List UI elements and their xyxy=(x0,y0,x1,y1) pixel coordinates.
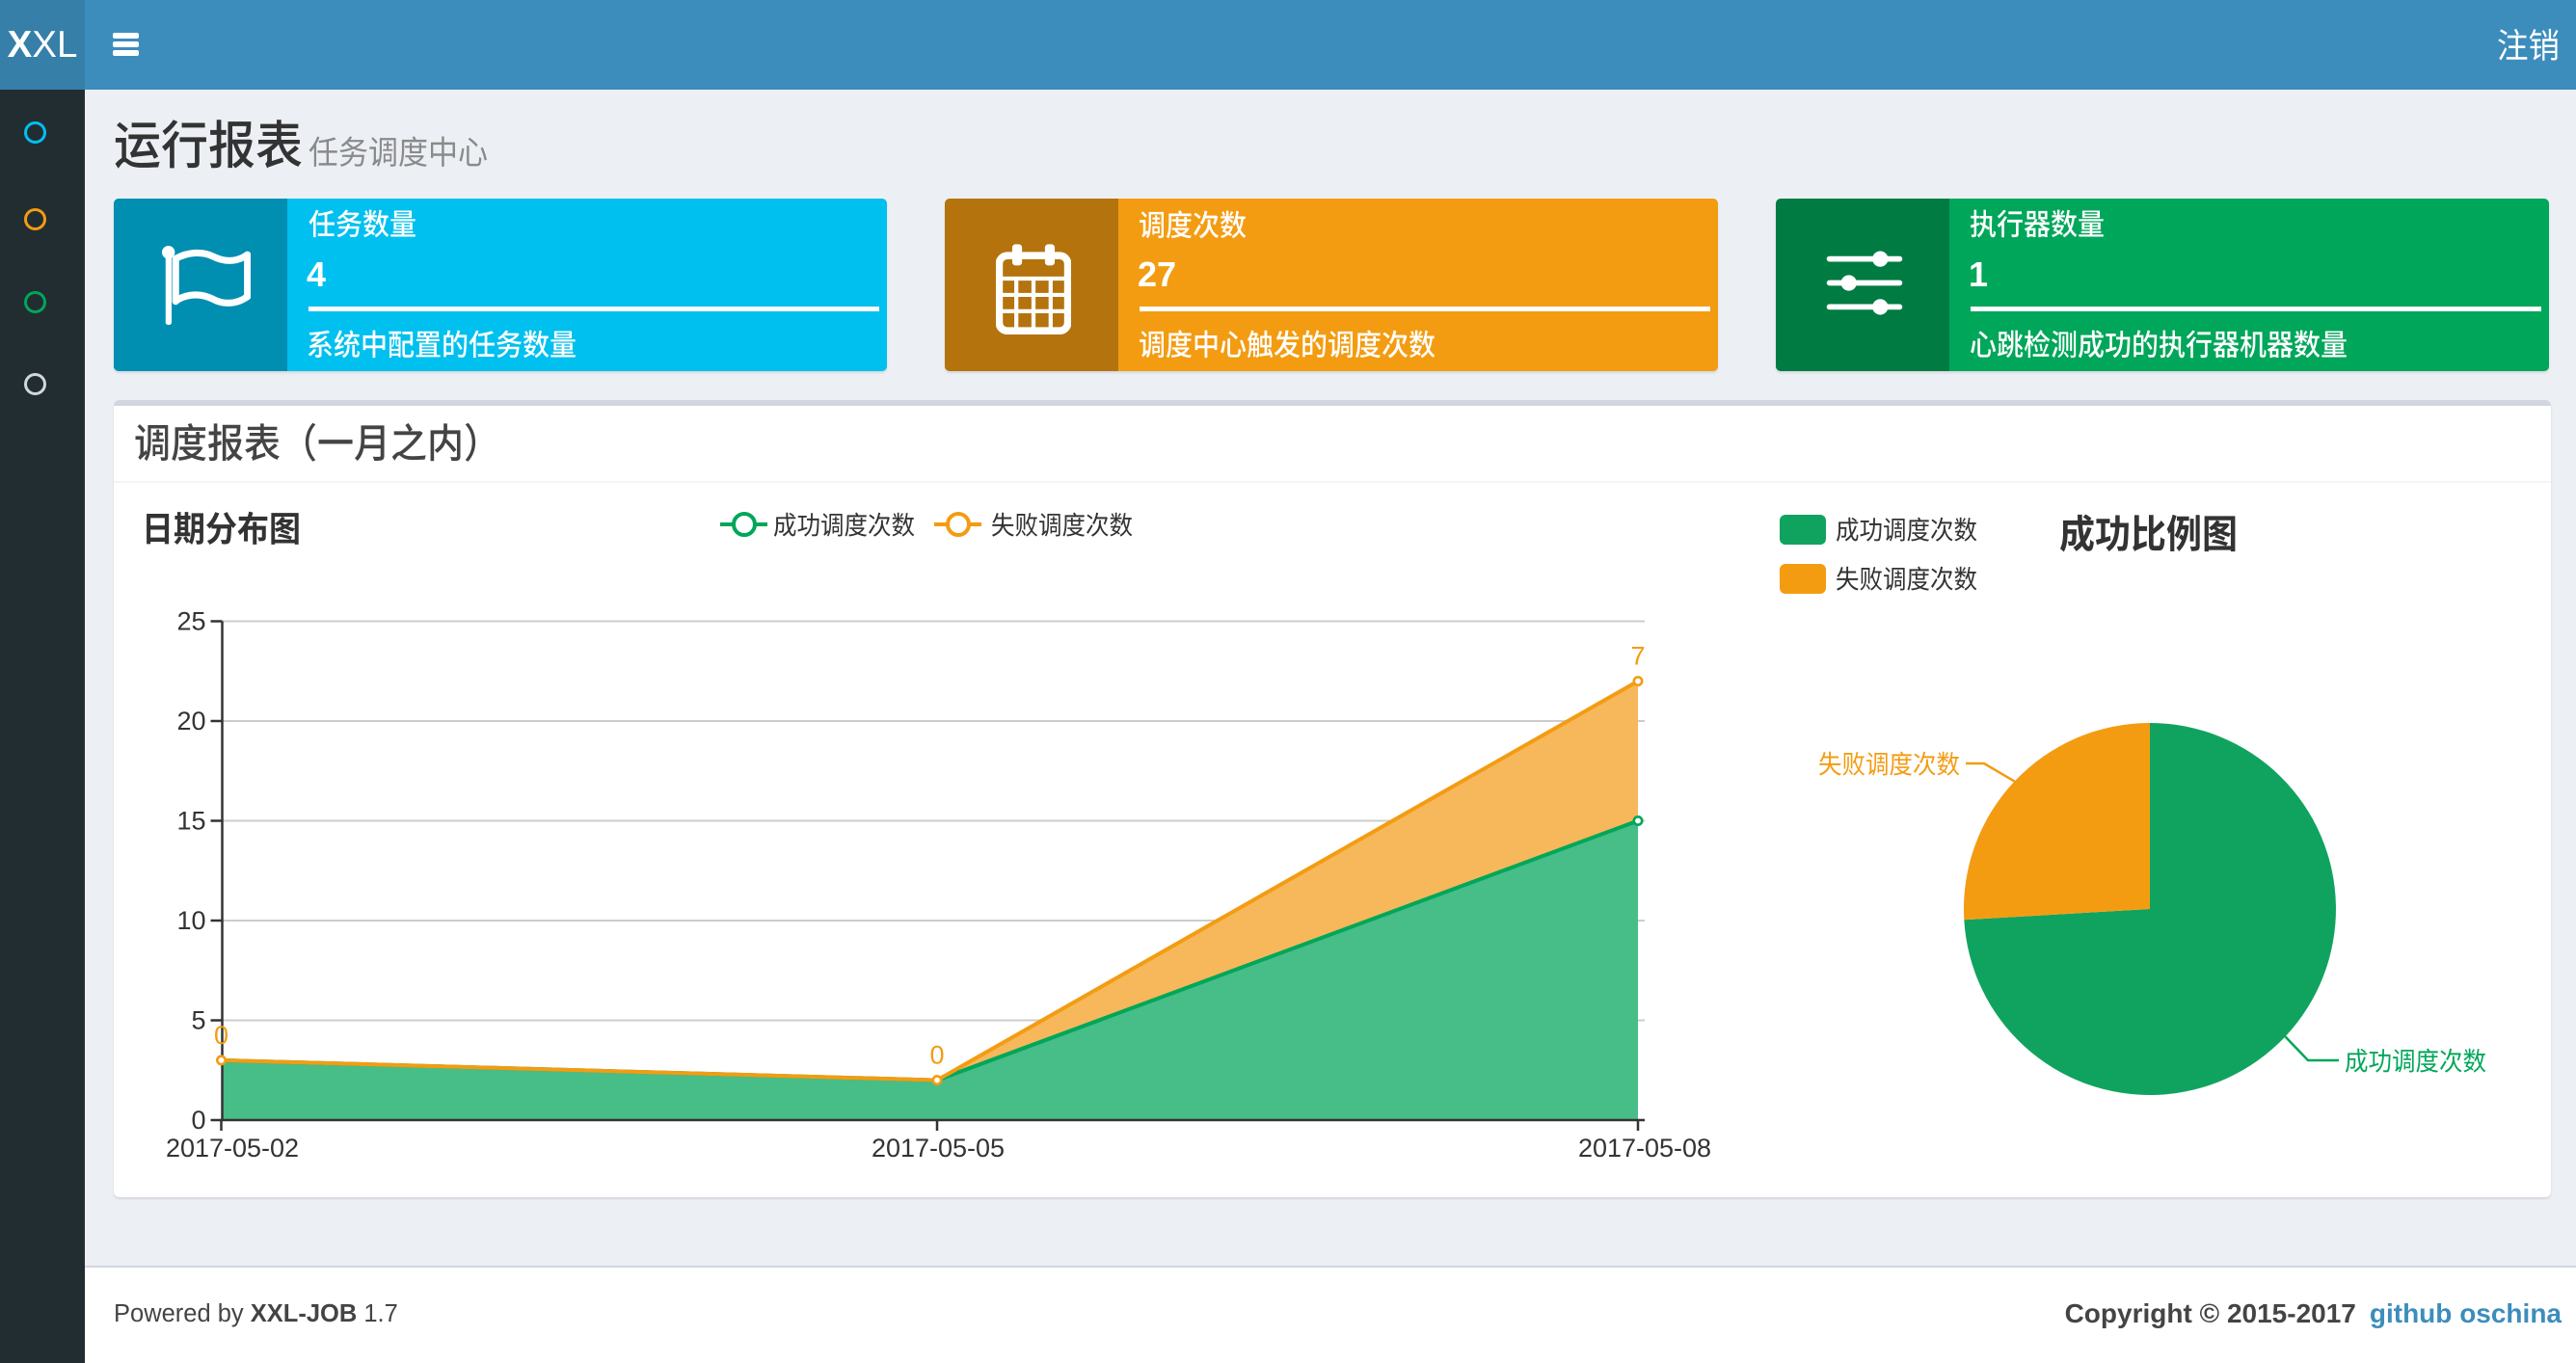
svg-text:10: 10 xyxy=(176,906,205,935)
svg-text:15: 15 xyxy=(176,807,205,836)
svg-text:20: 20 xyxy=(176,707,205,735)
svg-text:0: 0 xyxy=(214,1021,228,1050)
svg-text:0: 0 xyxy=(929,1041,944,1070)
svg-text:2017-05-02: 2017-05-02 xyxy=(166,1134,299,1163)
svg-text:7: 7 xyxy=(1630,642,1645,671)
svg-text:5: 5 xyxy=(191,1006,205,1035)
svg-text:2017-05-08: 2017-05-08 xyxy=(1578,1134,1711,1163)
svg-text:2017-05-05: 2017-05-05 xyxy=(872,1134,1005,1163)
svg-text:0: 0 xyxy=(191,1106,205,1135)
svg-text:25: 25 xyxy=(176,607,205,636)
